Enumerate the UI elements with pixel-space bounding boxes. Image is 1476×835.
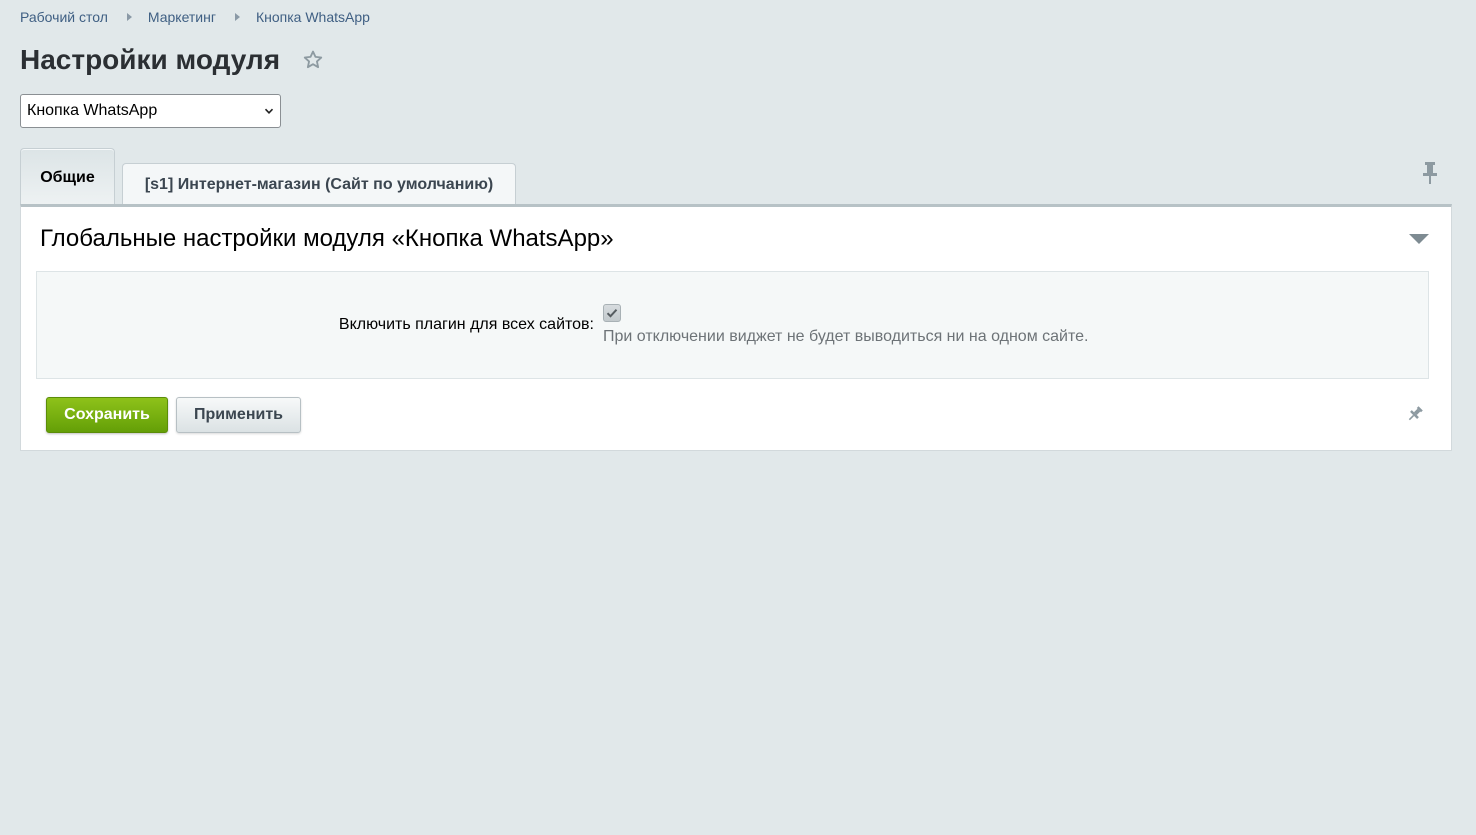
chevron-down-icon [264, 106, 274, 116]
apply-button[interactable]: Применить [176, 397, 301, 433]
breadcrumb: Рабочий стол Маркетинг Кнопка WhatsApp [20, 8, 370, 26]
enable-plugin-checkbox[interactable] [603, 304, 621, 322]
breadcrumb-item-marketing[interactable]: Маркетинг [148, 9, 216, 25]
collapse-icon[interactable] [1409, 234, 1429, 244]
breadcrumb-item-whatsapp[interactable]: Кнопка WhatsApp [256, 9, 370, 25]
module-select[interactable]: Кнопка WhatsApp [20, 94, 281, 128]
section-title: Глобальные настройки модуля «Кнопка What… [40, 225, 614, 252]
pin-icon[interactable] [1421, 161, 1439, 185]
page: Рабочий стол Маркетинг Кнопка WhatsApp Н… [0, 0, 1476, 835]
settings-panel: Глобальные настройки модуля «Кнопка What… [20, 204, 1452, 451]
star-icon[interactable] [302, 49, 324, 71]
tab-bar: Общие [s1] Интернет-магазин (Сайт по умо… [20, 148, 516, 206]
tab-site-s1[interactable]: [s1] Интернет-магазин (Сайт по умолчанию… [122, 163, 516, 206]
breadcrumb-item-desktop[interactable]: Рабочий стол [20, 9, 108, 25]
field-hint: При отключении виджет не будет выводитьс… [603, 328, 1089, 345]
save-button[interactable]: Сохранить [46, 397, 168, 433]
field-label-enable-plugin: Включить плагин для всех сайтов: [338, 316, 594, 333]
section-header[interactable]: Глобальные настройки модуля «Кнопка What… [21, 207, 1451, 271]
settings-row: Включить плагин для всех сайтов: При отк… [36, 271, 1429, 379]
pin-icon[interactable] [1405, 404, 1425, 424]
breadcrumb-separator-icon [126, 13, 132, 21]
page-title: Настройки модуля [20, 44, 281, 75]
checkmark-icon [606, 309, 618, 318]
module-select-value: Кнопка WhatsApp [27, 102, 158, 119]
tab-general[interactable]: Общие [20, 148, 115, 206]
breadcrumb-separator-icon [234, 13, 240, 21]
title-row: Настройки модуля [20, 40, 324, 80]
